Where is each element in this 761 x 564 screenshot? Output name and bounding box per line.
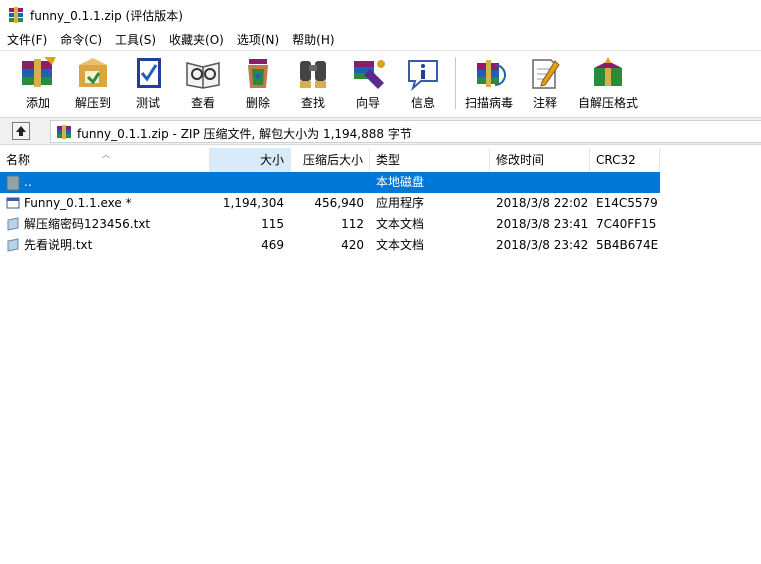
test-button[interactable]: 测试	[119, 53, 177, 113]
row-crc: 5B4B674E	[596, 238, 659, 252]
exe-file-icon	[6, 197, 20, 209]
row-type: 文本文档	[376, 217, 425, 231]
delete-button[interactable]: 删除	[229, 53, 287, 113]
menu-tools[interactable]: 工具(S)	[108, 30, 162, 50]
menu-commands[interactable]: 命令(C)	[53, 30, 108, 50]
archive-info-text: funny_0.1.1.zip - ZIP 压缩文件, 解包大小为 1,194,…	[77, 127, 412, 141]
comment-icon	[532, 59, 560, 89]
column-header: 名称 ︿ 大小 压缩后大小 类型 修改时间 CRC32	[0, 148, 761, 172]
row-crc: E14C5579	[596, 196, 658, 210]
column-crc32[interactable]: CRC32	[590, 148, 660, 172]
toolbar-separator	[455, 57, 456, 109]
column-packed-size[interactable]: 压缩后大小	[291, 148, 370, 172]
extract-to-icon	[79, 58, 107, 87]
virus-scan-button[interactable]: 扫描病毒	[460, 53, 518, 113]
column-modified[interactable]: 修改时间	[490, 148, 590, 172]
up-folder-button[interactable]	[12, 122, 30, 140]
find-icon	[300, 61, 326, 88]
menu-options[interactable]: 选项(N)	[230, 30, 285, 50]
test-icon	[137, 58, 161, 88]
row-name: 解压缩密码123456.txt	[24, 217, 151, 231]
zip-archive-icon	[57, 125, 71, 139]
parent-folder-icon	[6, 175, 20, 191]
row-size: 1,194,304	[222, 196, 284, 210]
wizard-icon	[354, 60, 385, 89]
row-name: ..	[24, 175, 32, 189]
address-bar: funny_0.1.1.zip - ZIP 压缩文件, 解包大小为 1,194,…	[0, 117, 761, 145]
toolbar: 添加 解压到 测试 查看 删除 查找 向导 信息 扫描病毒 注释 自解压格式	[0, 50, 761, 116]
file-list: 名称 ︿ 大小 压缩后大小 类型 修改时间 CRC32 .. 本地磁盘 Funn…	[0, 146, 761, 564]
info-icon	[408, 60, 438, 91]
row-modified: 2018/3/8 23:41	[496, 217, 589, 231]
sfx-button[interactable]: 自解压格式	[576, 53, 640, 113]
list-row-parent[interactable]: .. 本地磁盘	[0, 172, 660, 193]
wizard-button[interactable]: 向导	[339, 53, 397, 113]
row-type: 应用程序	[376, 196, 425, 210]
row-type: 本地磁盘	[376, 175, 425, 189]
menu-bar: 文件(F) 命令(C) 工具(S) 收藏夹(O) 选项(N) 帮助(H)	[0, 30, 761, 50]
row-packed: 112	[341, 217, 364, 231]
row-type: 文本文档	[376, 238, 425, 252]
list-row[interactable]: 解压缩密码123456.txt 115 112 文本文档 2018/3/8 23…	[0, 214, 660, 235]
find-button[interactable]: 查找	[284, 53, 342, 113]
list-row[interactable]: Funny_0.1.1.exe * 1,194,304 456,940 应用程序…	[0, 193, 660, 214]
column-type[interactable]: 类型	[370, 148, 490, 172]
title-bar: funny_0.1.1.zip (评估版本)	[0, 0, 761, 30]
row-size	[216, 172, 284, 193]
view-button[interactable]: 查看	[174, 53, 232, 113]
row-packed	[297, 172, 364, 193]
add-button[interactable]: 添加	[9, 53, 67, 113]
row-size: 115	[261, 217, 284, 231]
row-crc: 7C40FF15	[596, 217, 657, 231]
add-archive-icon	[22, 57, 56, 87]
winrar-icon	[9, 7, 23, 23]
menu-file[interactable]: 文件(F)	[0, 30, 53, 50]
window-title: funny_0.1.1.zip (评估版本)	[30, 8, 183, 23]
row-name: Funny_0.1.1.exe *	[24, 196, 132, 210]
sfx-icon	[594, 57, 622, 86]
menu-favorites[interactable]: 收藏夹(O)	[162, 30, 230, 50]
row-crc	[596, 172, 660, 193]
sort-up-icon: ︿	[102, 150, 110, 159]
up-arrow-icon	[16, 126, 26, 136]
row-packed: 420	[341, 238, 364, 252]
row-modified: 2018/3/8 22:02	[496, 196, 589, 210]
column-size[interactable]: 大小	[210, 148, 291, 172]
row-modified: 2018/3/8 23:42	[496, 238, 589, 252]
text-file-icon	[7, 217, 19, 231]
menu-help[interactable]: 帮助(H)	[285, 30, 340, 50]
info-button[interactable]: 信息	[394, 53, 452, 113]
row-size: 469	[261, 238, 284, 252]
path-field[interactable]: funny_0.1.1.zip - ZIP 压缩文件, 解包大小为 1,194,…	[50, 120, 761, 143]
row-name: 先看说明.txt	[24, 238, 93, 252]
text-file-icon	[7, 238, 19, 252]
delete-icon	[248, 59, 268, 88]
comment-button[interactable]: 注释	[516, 53, 574, 113]
view-icon	[186, 62, 220, 89]
virus-scan-icon	[477, 60, 506, 87]
row-packed: 456,940	[314, 196, 364, 210]
row-modified	[496, 172, 590, 193]
list-row[interactable]: 先看说明.txt 469 420 文本文档 2018/3/8 23:42 5B4…	[0, 235, 660, 256]
extract-to-button[interactable]: 解压到	[64, 53, 122, 113]
